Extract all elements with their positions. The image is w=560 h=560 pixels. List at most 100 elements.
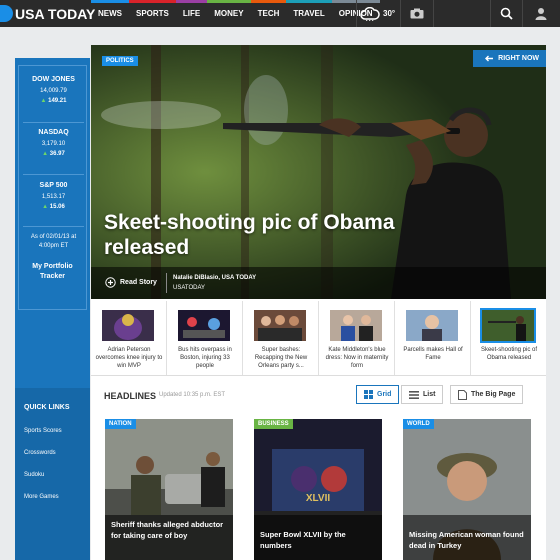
nav-sports[interactable]: SPORTS [129,0,176,27]
card-title[interactable]: Sheriff thanks alleged abductor for taki… [111,519,229,541]
big-page-button[interactable]: The Big Page [450,385,524,404]
main-content: POLITICS RIGHT NOW Skeet-shooting pic of… [91,45,546,560]
section-nav: NEWS SPORTS LIFE MONEY TECH TRAVEL OPINI… [91,0,380,27]
cloud-icon [360,6,380,21]
nav-money[interactable]: MONEY [207,0,251,27]
card-title[interactable]: Super Bowl XLVII by the numbers [260,529,378,551]
portfolio-tracker-link[interactable]: My Portfolio Tracker [15,262,90,282]
list-icon [409,390,419,399]
camera-icon [410,8,424,19]
nav-divider [433,0,434,27]
nav-tech[interactable]: TECH [250,0,287,27]
usa-today-logo[interactable]: USA TODAY [0,3,95,24]
stock-change-value: 149.21 [48,98,67,104]
byline-divider [166,273,167,293]
quick-link-sudoku[interactable]: Sudoku [24,472,44,478]
card-tag-world[interactable]: WORLD [403,419,434,429]
nav-divider [490,0,491,27]
thumbnail-story[interactable]: Adrian Peterson overcomes knee injury to… [91,301,167,375]
headlines-toolbar: HEADLINES Updated 10:35 p.m. EST Grid Li… [91,375,546,413]
document-icon [458,389,467,400]
read-story-button[interactable]: Read Story [105,277,157,288]
thumbnail-story[interactable]: Kate Middleton's blue dress: Now in mate… [319,301,395,375]
nav-divider [400,0,401,27]
card-title[interactable]: Missing American woman found dead in Tur… [409,529,527,551]
quick-link-crosswords[interactable]: Crosswords [24,450,56,456]
weather-widget[interactable]: 30° [360,0,395,27]
hero-story[interactable]: POLITICS RIGHT NOW Skeet-shooting pic of… [91,45,546,299]
stock-nasdaq[interactable]: NASDAQ 3,179.10 ▲ 36.97 [19,129,88,157]
stock-value: 1,513.17 [41,194,66,200]
as-of-time: 4:00pm ET [38,243,69,249]
headline-card[interactable]: XLVII BUSINESS Super Bowl XLVII by the n… [254,419,382,560]
stock-divider [23,122,84,123]
grid-view-button[interactable]: Grid [356,385,400,404]
photos-button[interactable] [403,0,431,27]
quick-link-sports-scores[interactable]: Sports Scores [24,428,62,434]
right-now-button[interactable]: RIGHT NOW [473,50,546,67]
weather-temp: 30° [383,9,396,18]
thumbnail-caption: Super bashes: Recapping the New Orleans … [254,347,308,369]
stock-change: ▲ 149.21 [19,98,88,104]
story-thumbnail-strip: Adrian Peterson overcomes knee injury to… [91,301,546,375]
thumbnail-image [102,310,154,341]
account-button[interactable] [527,0,555,27]
list-label: List [423,391,436,398]
headline-card[interactable]: NATION Sheriff thanks alleged abductor f… [105,419,233,560]
thumbnail-story[interactable]: Super bashes: Recapping the New Orleans … [243,301,319,375]
list-view-button[interactable]: List [401,385,444,404]
search-icon [500,7,513,20]
up-arrow-icon: ▲ [40,98,47,104]
logo-dot-icon [0,5,13,22]
card-tag-business[interactable]: BUSINESS [254,419,293,429]
section-tag-politics[interactable]: POLITICS [102,56,138,66]
thumbnail-story-active[interactable]: Skeet-shooting pic of Obama released [471,301,547,375]
thumbnail-story[interactable]: Bus hits overpass in Boston, injuring 33… [167,301,243,375]
thumbnail-story[interactable]: Parcells makes Hall of Fame [395,301,471,375]
hero-headline[interactable]: Skeet-shooting pic of Obama released [104,210,434,260]
headline-card[interactable]: WORLD Missing American woman found dead … [403,419,531,560]
thumbnail-caption: Parcells makes Hall of Fame [403,347,463,361]
nav-travel[interactable]: TRAVEL [286,0,333,27]
nav-divider [356,0,357,27]
nav-news[interactable]: NEWS [91,0,129,27]
quick-links-title: QUICK LINKS [24,404,70,411]
thumbnail-caption: Adrian Peterson overcomes knee injury to… [95,347,163,369]
byline: Natalie DiBlasio, USA TODAY USATODAY [173,273,256,293]
headlines-title: HEADLINES [104,391,157,401]
stock-value: 3,179.10 [41,141,66,147]
thumbnail-caption: Kate Middleton's blue dress: Now in mate… [325,347,389,369]
logo-text: USA TODAY [15,5,96,22]
stock-name: S&P 500 [39,182,68,189]
thumbnail-image [330,310,382,341]
right-now-label: RIGHT NOW [498,55,539,62]
thumbnail-image [178,310,230,341]
stock-value: 14,009.79 [40,88,67,94]
portfolio-line-1: My Portfolio [32,263,73,270]
as-of-date: As of 02/01/13 at [30,234,77,240]
card-tag-nation[interactable]: NATION [105,419,136,429]
thumbnail-caption: Bus hits overpass in Boston, injuring 33… [178,347,232,369]
quick-links-panel: QUICK LINKS Sports Scores Crosswords Sud… [15,388,90,560]
up-arrow-icon: ▲ [42,204,49,210]
stock-sp500[interactable]: S&P 500 1,513.17 ▲ 15.06 [19,182,88,210]
stock-name: DOW JONES [32,76,75,83]
grid-label: Grid [377,391,392,398]
byline-author: Natalie DiBlasio, USA TODAY [173,275,257,281]
grid-icon [364,390,373,399]
stock-change-value: 36.97 [49,151,65,157]
quick-link-more-games[interactable]: More Games [24,494,59,500]
thumbnail-caption: Skeet-shooting pic of Obama released [480,347,538,361]
hero-byline-bar: Read Story Natalie DiBlasio, USA TODAY U… [91,267,546,299]
stock-divider [23,174,84,175]
stock-divider [23,226,84,227]
thumbnail-image [254,310,306,341]
stock-change: ▲ 36.97 [19,151,88,157]
left-sidebar: DOW JONES 14,009.79 ▲ 149.21 NASDAQ 3,17… [15,58,90,560]
svg-text:XLVII: XLVII [306,493,330,504]
arrow-left-icon [485,55,494,62]
nav-life[interactable]: LIFE [175,0,208,27]
top-navigation-bar: USA TODAY NEWS SPORTS LIFE MONEY TECH TR… [0,0,560,27]
search-button[interactable] [492,0,520,27]
stock-dow-jones[interactable]: DOW JONES 14,009.79 ▲ 149.21 [19,76,88,104]
